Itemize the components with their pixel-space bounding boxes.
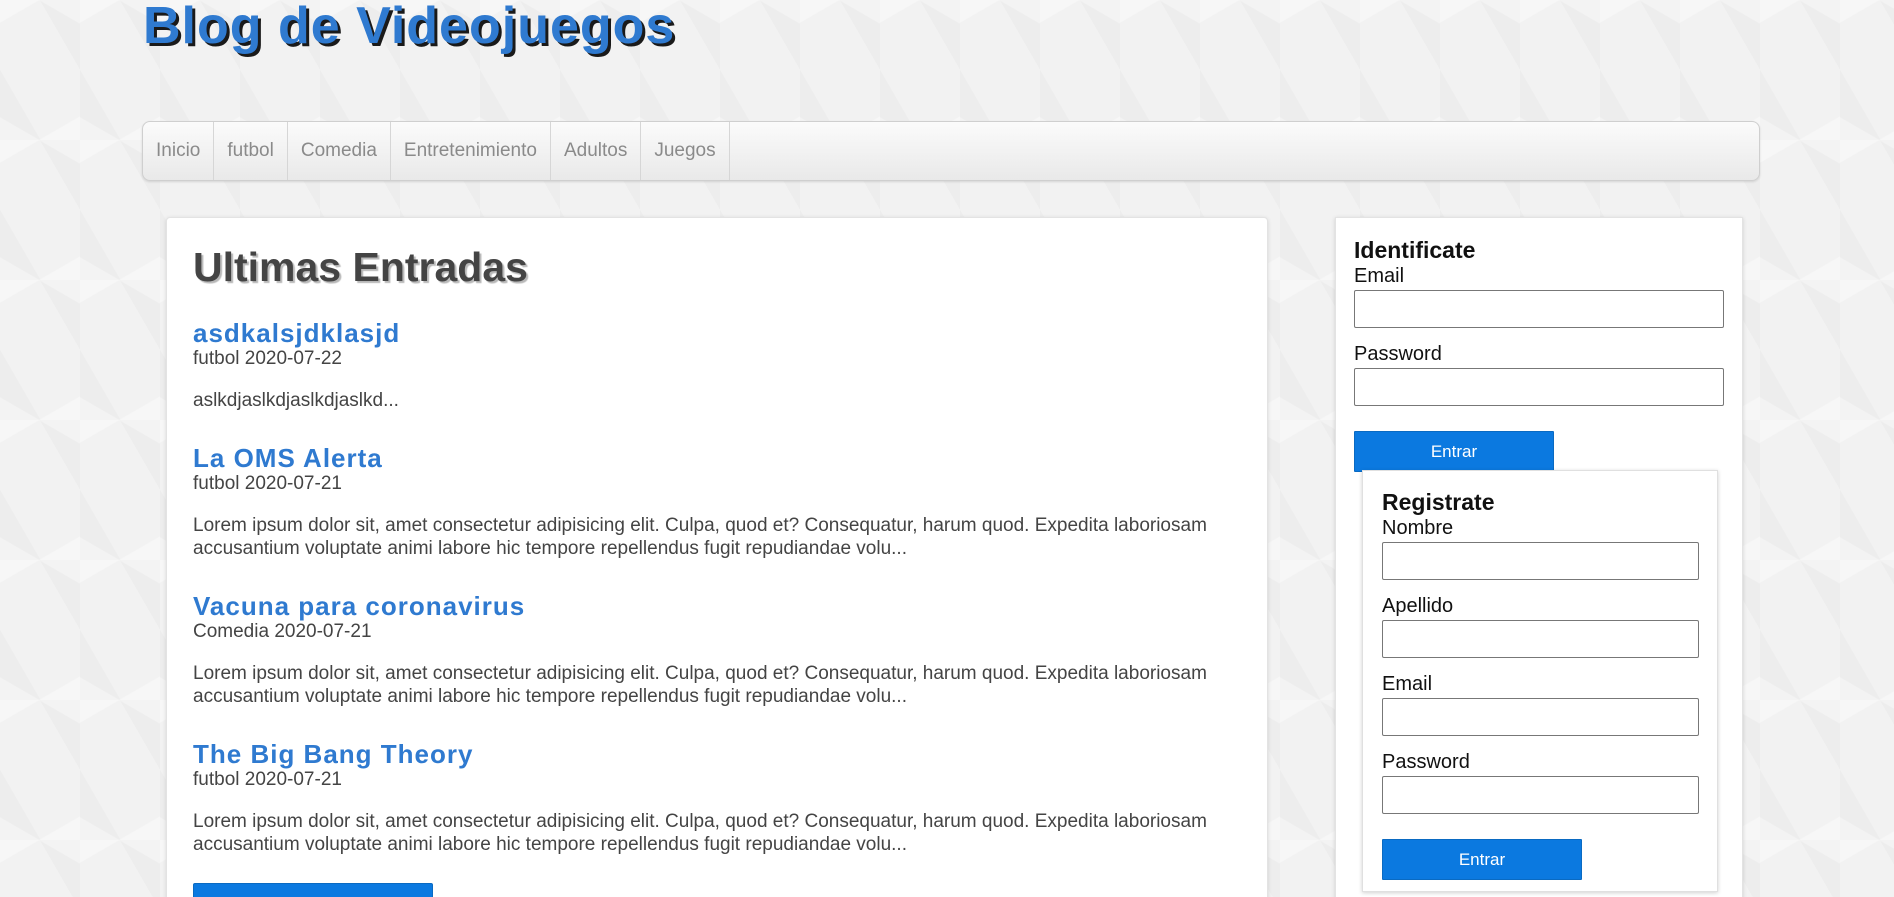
post-excerpt: Lorem ipsum dolor sit, amet consectetur …	[193, 811, 1207, 855]
register-apellido-label: Apellido	[1382, 595, 1454, 617]
post-title-link[interactable]: La OMS Alerta	[193, 443, 1213, 473]
post-item: La OMS Alerta futbol 2020-07-21 Lorem ip…	[193, 443, 1213, 560]
register-submit-button[interactable]: Entrar	[1382, 839, 1582, 880]
nav-item-entretenimiento[interactable]: Entretenimiento	[391, 122, 551, 180]
nav-item-inicio[interactable]: Inicio	[143, 122, 215, 180]
register-apellido-input[interactable]	[1382, 620, 1699, 658]
post-meta: futbol 2020-07-22	[193, 348, 342, 369]
post-meta: Comedia 2020-07-21	[193, 621, 372, 642]
register-email-input[interactable]	[1382, 698, 1699, 736]
post-item: Vacuna para coronavirus Comedia 2020-07-…	[193, 591, 1213, 708]
nav-item-comedia[interactable]: Comedia	[288, 122, 391, 180]
post-meta: futbol 2020-07-21	[193, 769, 342, 790]
login-email-input[interactable]	[1354, 290, 1724, 328]
register-nombre-input[interactable]	[1382, 542, 1699, 580]
post-meta: futbol 2020-07-21	[193, 473, 342, 494]
register-password-input[interactable]	[1382, 776, 1699, 814]
register-nombre-label: Nombre	[1382, 517, 1454, 539]
register-heading: Registrate	[1382, 489, 1495, 515]
post-excerpt: aslkdjaslkdjaslkdjaslkd...	[193, 390, 399, 411]
register-email-label: Email	[1382, 673, 1433, 695]
sidebar-panel: Identificate Email Password Entrar Regis…	[1335, 217, 1743, 897]
post-item: The Big Bang Theory futbol 2020-07-21 Lo…	[193, 739, 1213, 856]
login-password-input[interactable]	[1354, 368, 1724, 406]
login-heading: Identificate	[1354, 237, 1476, 263]
site-title: Blog de Videojuegos	[143, 0, 676, 55]
latest-posts-heading: Ultimas Entradas	[193, 244, 528, 290]
post-item: asdkalsjdklasjd futbol 2020-07-22 aslkdj…	[193, 318, 1213, 412]
register-password-label: Password	[1382, 751, 1470, 773]
nav-item-adultos[interactable]: Adultos	[551, 122, 642, 180]
login-password-label: Password	[1354, 343, 1442, 365]
post-excerpt: Lorem ipsum dolor sit, amet consectetur …	[193, 515, 1207, 559]
login-email-label: Email	[1354, 265, 1405, 287]
nav-item-futbol[interactable]: futbol	[214, 122, 288, 180]
more-posts-button[interactable]	[193, 883, 433, 897]
post-excerpt: Lorem ipsum dolor sit, amet consectetur …	[193, 663, 1207, 707]
nav-item-juegos[interactable]: Juegos	[641, 122, 730, 180]
post-title-link[interactable]: Vacuna para coronavirus	[193, 591, 1213, 621]
login-form: Identificate Email Password Entrar	[1354, 236, 1724, 472]
latest-posts-panel: Ultimas Entradas asdkalsjdklasjd futbol …	[166, 217, 1268, 897]
main-navbar: Inicio futbol Comedia Entretenimiento Ad…	[142, 121, 1760, 181]
login-submit-button[interactable]: Entrar	[1354, 431, 1554, 472]
post-title-link[interactable]: asdkalsjdklasjd	[193, 318, 1213, 348]
post-title-link[interactable]: The Big Bang Theory	[193, 739, 1213, 769]
register-form: Registrate Nombre Apellido Email Passwor…	[1362, 470, 1718, 892]
